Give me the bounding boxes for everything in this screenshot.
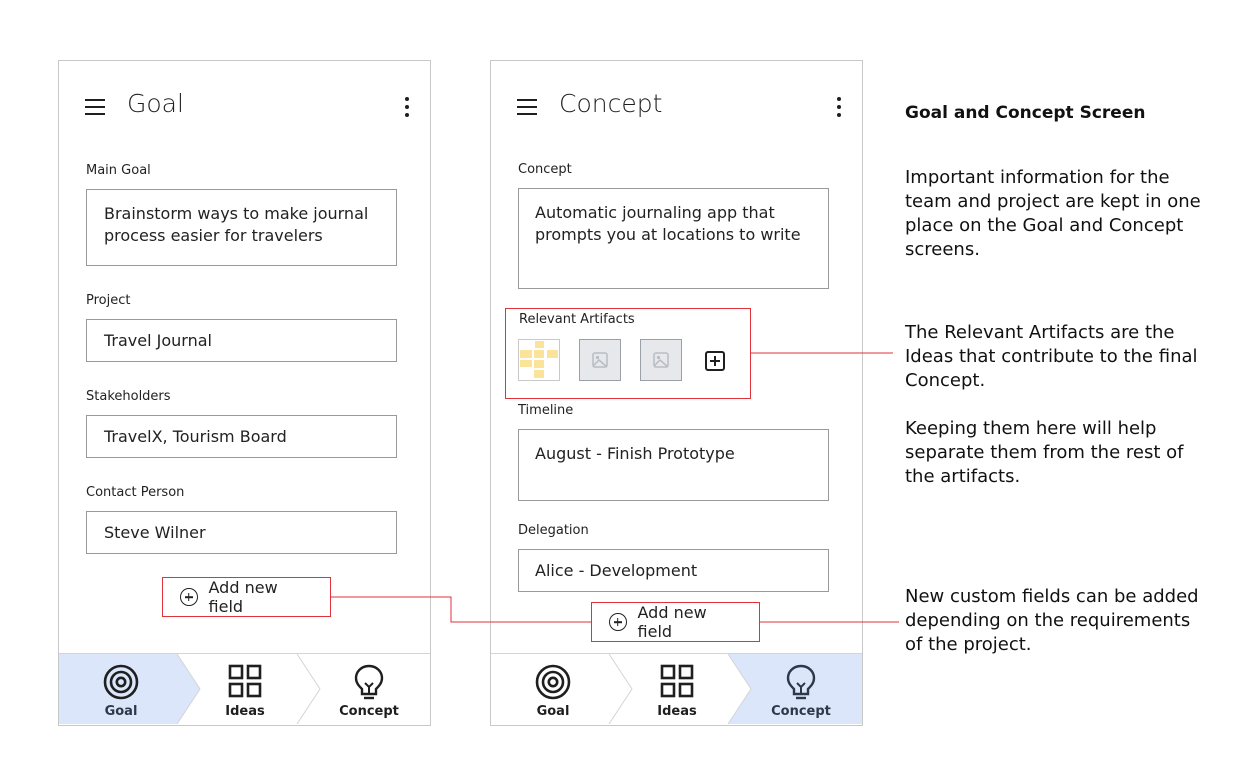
delegation-label: Delegation: [518, 523, 589, 538]
annotation-artifacts-1: The Relevant Artifacts are the Ideas tha…: [905, 322, 1198, 391]
image-placeholder-2[interactable]: [640, 339, 682, 381]
menu-icon[interactable]: [85, 99, 105, 115]
image-placeholder-1[interactable]: [579, 339, 621, 381]
timeline-field[interactable]: August - Finish Prototype: [518, 429, 829, 501]
page-title: Goal: [127, 89, 184, 118]
project-label: Project: [86, 293, 131, 308]
delegation-field[interactable]: Alice - Development: [518, 549, 829, 592]
grid-icon: [228, 664, 262, 698]
tab-concept[interactable]: Concept: [307, 654, 431, 724]
goal-screen: Goal Main Goal Brainstorm ways to make j…: [58, 60, 431, 726]
stakeholders-field[interactable]: TravelX, Tourism Board: [86, 415, 397, 458]
main-goal-field[interactable]: Brainstorm ways to make journal process …: [86, 189, 397, 266]
add-circle-icon: [180, 588, 198, 606]
tab-concept[interactable]: Concept: [739, 654, 863, 724]
annotation-intro: Important information for the team and p…: [905, 167, 1201, 260]
add-new-field-label: Add new field: [637, 603, 707, 641]
add-new-field-label: Add new field: [208, 578, 278, 616]
tab-goal-label: Goal: [536, 704, 570, 719]
tab-concept-label: Concept: [339, 704, 399, 719]
concept-label: Concept: [518, 162, 572, 177]
add-new-field-button[interactable]: Add new field: [162, 577, 331, 617]
menu-icon[interactable]: [517, 99, 537, 115]
annotation-custom-fields: New custom fields can be added depending…: [905, 586, 1199, 655]
tab-goal[interactable]: Goal: [59, 654, 183, 724]
annotation-artifacts-2: Keeping them here will help separate the…: [905, 418, 1184, 487]
target-icon: [103, 664, 139, 700]
page-title: Concept: [559, 89, 663, 118]
more-options-icon[interactable]: [404, 97, 410, 117]
lightbulb-icon: [786, 664, 816, 700]
add-circle-icon: [609, 613, 627, 631]
tab-concept-label: Concept: [771, 704, 831, 719]
tab-goal[interactable]: Goal: [491, 654, 615, 724]
tab-ideas[interactable]: Ideas: [615, 654, 739, 724]
tab-ideas-label: Ideas: [657, 704, 697, 719]
bottom-tab-bar: Goal Ideas Concept: [491, 653, 862, 725]
relevant-artifacts-label: Relevant Artifacts: [519, 312, 635, 327]
image-icon: [592, 352, 608, 368]
relevant-artifacts-section: Relevant Artifacts: [505, 308, 751, 399]
image-icon: [653, 352, 669, 368]
stakeholders-label: Stakeholders: [86, 389, 171, 404]
tab-ideas-label: Ideas: [225, 704, 265, 719]
bottom-tab-bar: Goal Ideas Concept: [59, 653, 430, 725]
contact-person-field[interactable]: Steve Wilner: [86, 511, 397, 554]
lightbulb-icon: [354, 664, 384, 700]
annotation-heading: Goal and Concept Screen: [905, 103, 1146, 123]
sticky-notes-thumbnail[interactable]: [518, 339, 560, 381]
contact-person-label: Contact Person: [86, 485, 185, 500]
target-icon: [535, 664, 571, 700]
grid-icon: [660, 664, 694, 698]
project-field[interactable]: Travel Journal: [86, 319, 397, 362]
concept-field[interactable]: Automatic journaling app that prompts yo…: [518, 188, 829, 289]
main-goal-label: Main Goal: [86, 163, 151, 178]
sticky-notes-image: [520, 341, 558, 378]
tab-ideas[interactable]: Ideas: [183, 654, 307, 724]
tab-goal-label: Goal: [104, 704, 138, 719]
add-new-field-button[interactable]: Add new field: [591, 602, 760, 642]
timeline-label: Timeline: [518, 403, 574, 418]
more-options-icon[interactable]: [836, 97, 842, 117]
concept-screen: Concept Concept Automatic journaling app…: [490, 60, 863, 726]
add-artifact-icon[interactable]: [704, 350, 726, 372]
